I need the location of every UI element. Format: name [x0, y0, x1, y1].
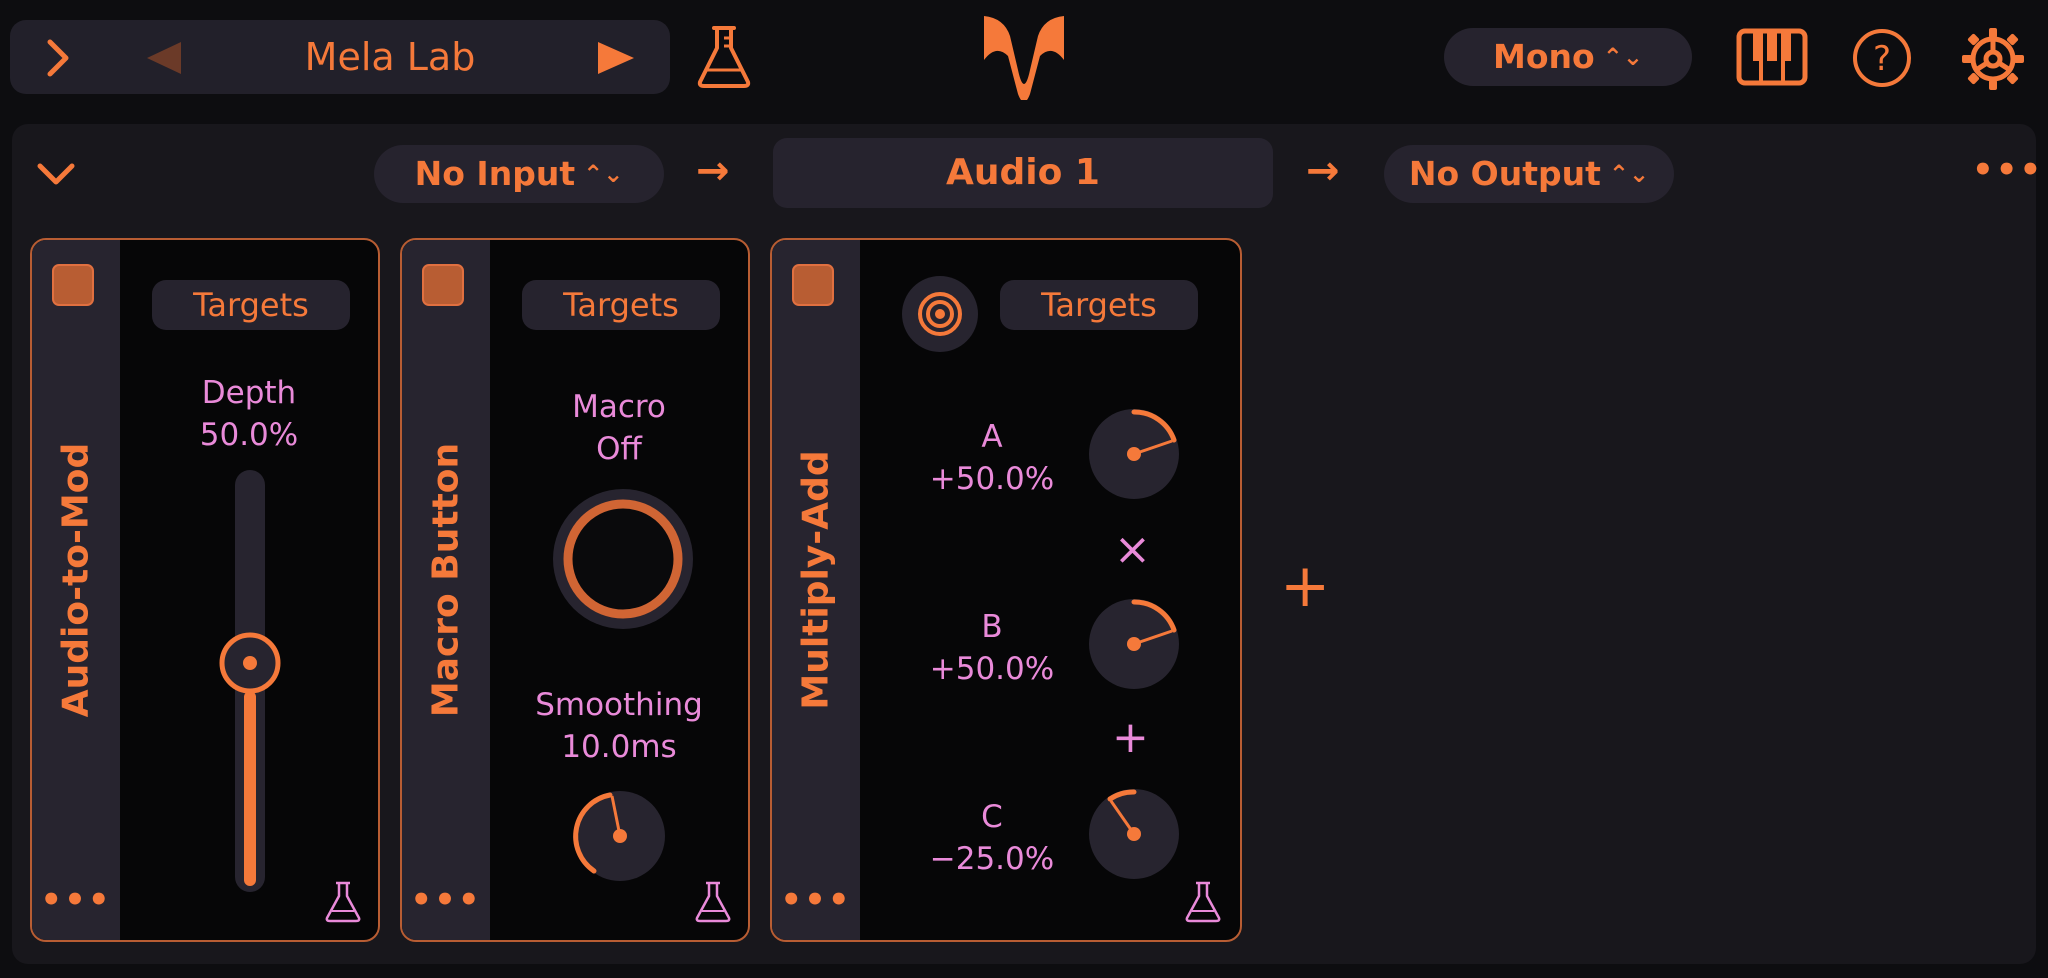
arrow-right-icon: → [1306, 148, 1340, 194]
targets-button[interactable]: Targets [152, 280, 350, 330]
module-sidebar: Multiply-Add ••• [772, 240, 860, 940]
module-enable-checkbox[interactable] [792, 264, 834, 306]
module-title: Multiply-Add [795, 450, 837, 710]
flask-icon[interactable] [324, 880, 362, 924]
svg-text:?: ? [1873, 39, 1891, 79]
flask-icon[interactable] [694, 880, 732, 924]
targets-button[interactable]: Targets [1000, 280, 1198, 330]
module-more-button[interactable]: ••• [402, 880, 490, 920]
collapse-chevron-icon[interactable] [36, 160, 76, 190]
flask-icon[interactable] [1184, 880, 1222, 924]
depth-label: Depth 50.0% [120, 372, 378, 456]
module-multiply-add: Multiply-Add ••• Targets A +50.0% × B +5… [770, 238, 1242, 942]
module-more-button[interactable]: ••• [772, 880, 860, 920]
param-name: B [981, 609, 1003, 645]
param-value: −25.0% [929, 841, 1055, 877]
macro-state: Off [596, 431, 642, 467]
smoothing-label: Smoothing 10.0ms [490, 684, 748, 768]
add-operator: + [1112, 712, 1149, 763]
updown-chevron-icon: ⌃⌄ [1608, 160, 1650, 188]
param-a-knob[interactable] [1084, 404, 1184, 504]
module-title: Audio-to-Mod [55, 442, 97, 718]
updown-chevron-icon: ⌃⌄ [1602, 43, 1643, 71]
param-c-label: C −25.0% [902, 796, 1082, 880]
param-c-knob[interactable] [1084, 784, 1184, 884]
chevron-right-icon[interactable] [38, 38, 78, 78]
module-enable-checkbox[interactable] [52, 264, 94, 306]
smoothing-knob[interactable] [570, 786, 670, 886]
voice-mode-selector[interactable]: Mono ⌃⌄ [1444, 28, 1692, 86]
module-title: Macro Button [425, 442, 467, 718]
param-name: Depth [201, 375, 297, 411]
preset-name[interactable]: Mela Lab [160, 20, 620, 94]
depth-slider[interactable] [210, 466, 290, 906]
voice-mode-label: Mono [1493, 37, 1595, 76]
target-icon[interactable] [902, 276, 978, 352]
arrow-right-icon: → [696, 148, 730, 194]
input-selector[interactable]: No Input ⌃⌄ [374, 145, 664, 203]
flask-icon[interactable] [694, 22, 754, 90]
targets-button[interactable]: Targets [522, 280, 720, 330]
output-selector[interactable]: No Output ⌃⌄ [1384, 145, 1674, 203]
param-value: +50.0% [929, 651, 1055, 687]
param-b-label: B +50.0% [902, 606, 1082, 690]
output-label: No Output [1408, 154, 1601, 193]
next-preset-icon[interactable] [596, 40, 636, 76]
module-sidebar: Macro Button ••• [402, 240, 490, 940]
app-logo [984, 16, 1064, 100]
param-value: 10.0ms [561, 729, 677, 765]
module-more-button[interactable]: ••• [32, 880, 120, 920]
settings-icon[interactable] [1960, 26, 2026, 92]
piano-keys-icon[interactable] [1736, 28, 1808, 86]
param-a-label: A +50.0% [902, 416, 1082, 500]
module-audio-to-mod: Audio-to-Mod ••• Targets Depth 50.0% [30, 238, 380, 942]
module-enable-checkbox[interactable] [422, 264, 464, 306]
macro-name: Macro [572, 389, 666, 425]
param-name: C [981, 799, 1003, 835]
param-b-knob[interactable] [1084, 594, 1184, 694]
multiply-operator: × [1114, 524, 1151, 575]
param-value: +50.0% [929, 461, 1055, 497]
macro-label: Macro Off [490, 386, 748, 470]
param-name: A [981, 419, 1003, 455]
help-icon[interactable]: ? [1852, 28, 1912, 88]
chain-name[interactable]: Audio 1 [773, 138, 1273, 208]
param-value: 50.0% [199, 417, 299, 453]
updown-chevron-icon: ⌃⌄ [583, 160, 624, 188]
module-sidebar: Audio-to-Mod ••• [32, 240, 120, 940]
module-macro-button: Macro Button ••• Targets Macro Off Smoot… [400, 238, 750, 942]
param-name: Smoothing [535, 687, 703, 723]
chain-more-button[interactable]: ••• [1972, 150, 2043, 190]
input-label: No Input [414, 154, 576, 193]
add-module-button[interactable]: + [1280, 556, 1330, 616]
macro-toggle-button[interactable] [548, 484, 698, 634]
